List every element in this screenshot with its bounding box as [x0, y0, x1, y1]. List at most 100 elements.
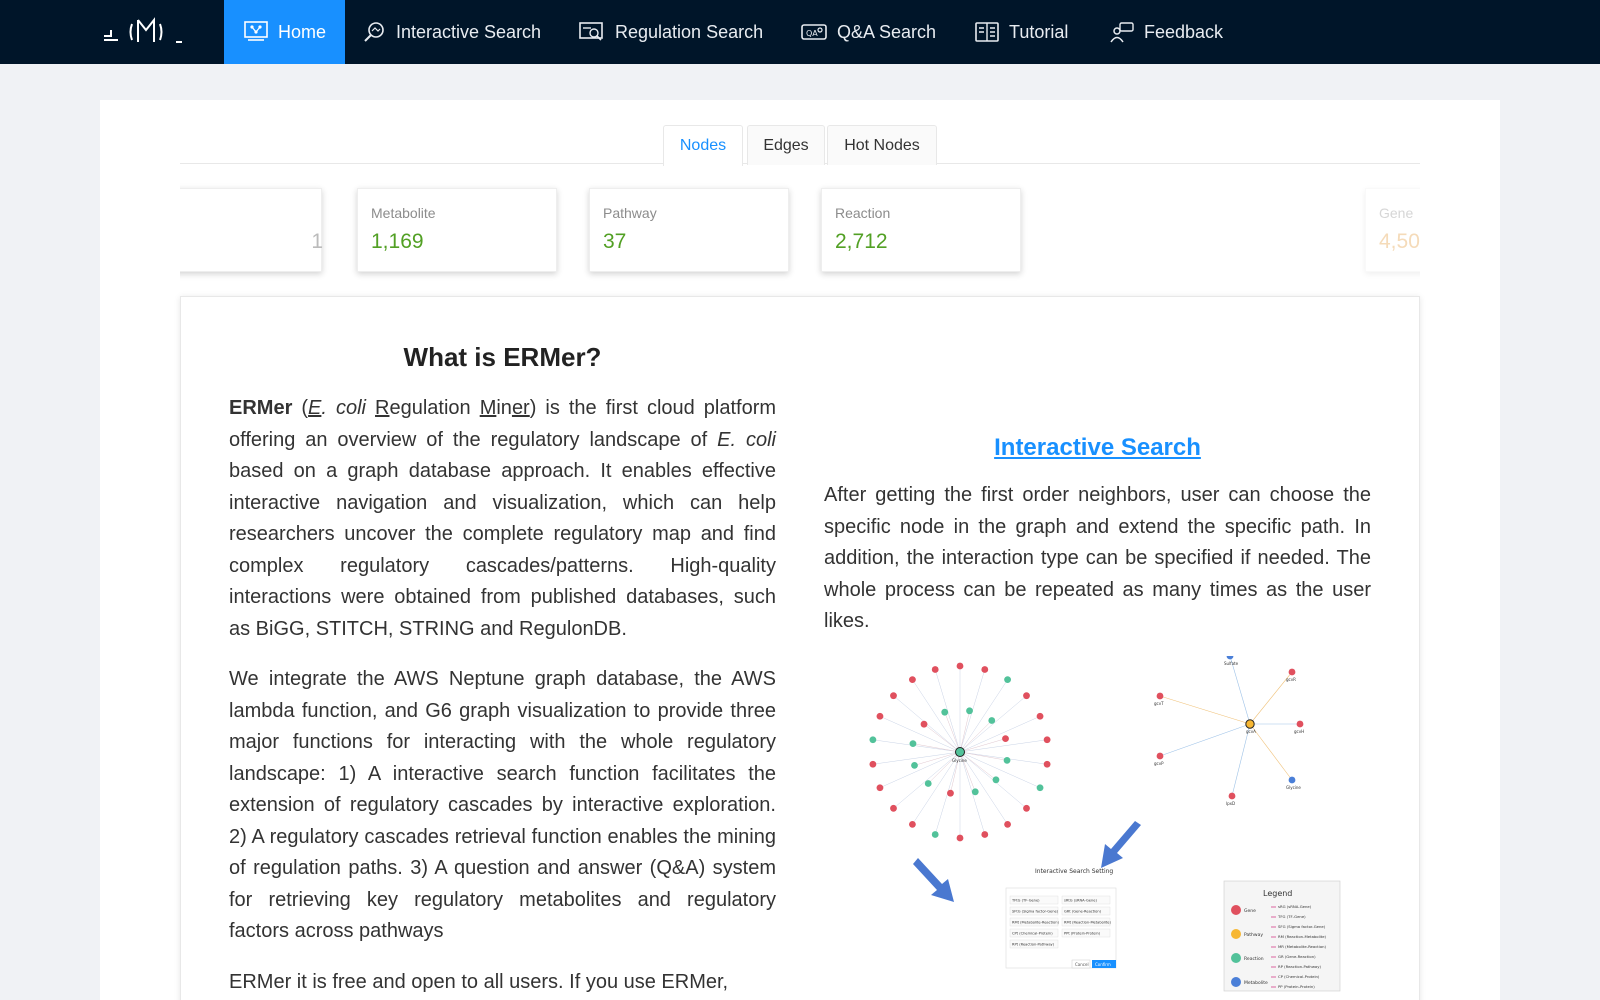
graph-legend: Legend Gene Pathway Reaction Metabolite sRG …: [1223, 880, 1341, 992]
nav-qa-search[interactable]: QA Q&A Search: [801, 0, 936, 64]
graph-node: [971, 788, 979, 796]
graph-node: [1296, 720, 1304, 728]
graph-node: [1228, 792, 1236, 800]
graph-node: [1036, 784, 1044, 792]
graph-node: [1288, 668, 1296, 676]
nav-home-label: Home: [278, 21, 327, 42]
legend-edge-label: CP (Chemical-Protein): [1278, 974, 1320, 979]
tab-nodes[interactable]: Nodes: [663, 125, 743, 166]
stat-value: 1: [311, 230, 323, 253]
center-node: [955, 747, 965, 757]
graph-node: [956, 834, 964, 842]
interactive-search-illustration: Glycine Sulfate gcvR gcvH gcvT gcvP Glycine lp…: [869, 656, 1341, 992]
graph-node-label: Sulfate: [1224, 661, 1239, 666]
acronym-egulation: egulation: [389, 397, 471, 419]
setting-tag-label: GRt (Gene-Reaction): [1064, 910, 1102, 914]
legend-edge-label: RM (Reaction-Metabolite): [1278, 934, 1327, 939]
graph-edge: [959, 695, 1027, 753]
interactive-search-setting-dialog: Interactive Search Setting TFtG (TF-Gene…: [1005, 868, 1117, 969]
graph-node: [981, 831, 989, 838]
graph-node: [924, 780, 932, 787]
qa-chat-icon: QA: [801, 24, 827, 40]
graph-edge: [1249, 723, 1293, 781]
graph-node: [947, 789, 954, 797]
top-nav: Home Interactive Search Regulation Searc…: [0, 0, 1600, 64]
about-paragraph-3: ERMer it is free and open to all users. …: [229, 970, 729, 993]
graph-node: [920, 720, 928, 728]
graph-edge: [872, 751, 961, 765]
graph-node: [1036, 712, 1044, 720]
tab-edges[interactable]: Edges: [747, 125, 825, 165]
graph-node: [890, 692, 897, 700]
graph-node-label: lpxD: [1226, 801, 1235, 806]
graph-node: [956, 662, 964, 670]
legend-node-swatch: [1231, 905, 1241, 915]
acronym-coli: . coli: [321, 397, 366, 419]
stat-card-pathway: Pathway 37: [589, 188, 789, 272]
tab-hot-nodes[interactable]: Hot Nodes: [827, 125, 937, 165]
graph-node: [1004, 676, 1011, 684]
graph-node: [992, 776, 1000, 784]
nav-interactive-search[interactable]: Interactive Search: [364, 0, 541, 64]
stat-card-metabolite: Metabolite 1,169: [357, 188, 557, 272]
ermer-logo[interactable]: [102, 14, 188, 50]
nav-feedback[interactable]: Feedback: [1110, 0, 1223, 64]
graph-node: [876, 712, 884, 720]
graph-edge: [893, 751, 961, 809]
setting-tag-label: TFtG (TF-Gene): [1011, 899, 1040, 903]
magnify-graph-icon: [364, 22, 384, 42]
setting-tag-label: CPt (Chemical-Protein): [1012, 932, 1053, 936]
setting-tag-label: RPt (Reaction-Pathway): [1012, 943, 1055, 947]
glycine-network-graph: Glycine: [869, 662, 1051, 842]
stat-value: 1,169: [371, 230, 424, 253]
graph-node-label: gcvH: [1294, 729, 1304, 734]
legend-node-label: Gene: [1244, 908, 1256, 914]
nav-tutorial[interactable]: Tutorial: [975, 0, 1068, 64]
legend-edge-label: RP (Reaction-Pathway): [1278, 964, 1321, 969]
interactive-search-link[interactable]: Interactive Search: [824, 434, 1371, 462]
graph-node: [1156, 692, 1164, 700]
graph-node: [1023, 692, 1030, 700]
graph-node: [869, 736, 877, 744]
nav-home[interactable]: Home: [224, 0, 345, 64]
graph-node: [869, 760, 877, 768]
graph-node: [1156, 752, 1164, 760]
graph-node: [1226, 656, 1234, 660]
graph-node: [909, 740, 917, 748]
setting-tag-label: RMt (Reaction-Metabolite): [1064, 921, 1111, 925]
graph-edge: [1231, 723, 1251, 797]
graph-node-label: gcvP: [1154, 761, 1164, 766]
stat-label: Reaction: [835, 205, 891, 221]
nav-regulation-search[interactable]: Regulation Search: [579, 0, 763, 64]
graph-node: [988, 717, 996, 724]
graph-node: [909, 676, 916, 684]
svg-text:QA: QA: [806, 29, 818, 38]
organism-name: E. coli: [717, 428, 776, 451]
about-heading: What is ERMer?: [403, 342, 602, 372]
graph-node: [931, 666, 939, 673]
gcva-network-graph: Sulfate gcvR gcvH gcvT gcvP Glycine lpxD gcvA: [1154, 656, 1304, 806]
legend-node-label: Metabolite: [1244, 980, 1268, 986]
stat-label: Gene: [1379, 205, 1414, 221]
graph-node: [931, 831, 939, 838]
legend-edge-label: sRG (sRNA-Gene): [1278, 904, 1312, 909]
legend-node-label: Reaction: [1244, 956, 1264, 962]
acronym-m: M: [479, 397, 497, 419]
legend-edge-label: GR (Gene-Reaction): [1278, 954, 1316, 959]
graph-edge: [1229, 656, 1251, 725]
stat-label: Pathway: [603, 205, 657, 221]
graph-node-label: gcvR: [1286, 677, 1296, 682]
graph-edge: [959, 710, 970, 753]
book-icon: [975, 22, 999, 42]
center-node-label: Glycine: [952, 758, 967, 763]
acronym-er: er: [511, 397, 530, 419]
graph-node: [890, 804, 897, 812]
center-node-label: gcvA: [1246, 729, 1256, 734]
monitor-search-icon: [579, 22, 603, 41]
brand-name: ERMer: [229, 397, 293, 419]
legend-edge-label: MR (Metabolite-Reaction): [1278, 944, 1327, 949]
stat-value: 4,50: [1379, 230, 1420, 253]
stat-value: 2,712: [835, 230, 888, 253]
expand-arrow-down: [913, 858, 954, 902]
graph-node: [911, 761, 918, 769]
